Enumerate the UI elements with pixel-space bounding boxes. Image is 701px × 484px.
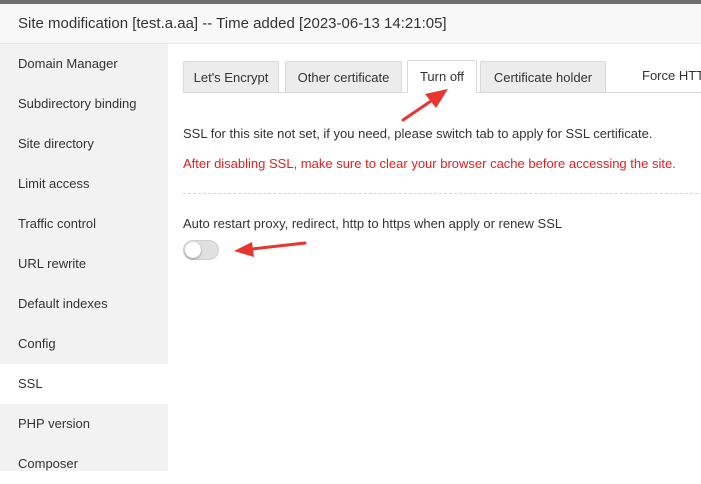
dialog-header: Site modification [test.a.aa] -- Time ad… (0, 4, 701, 44)
auto-restart-toggle[interactable] (183, 240, 219, 260)
sidebar-item-site-directory[interactable]: Site directory (0, 124, 168, 164)
sidebar-item-default-indexes[interactable]: Default indexes (0, 284, 168, 324)
tab-other-certificate[interactable]: Other certificate (285, 61, 402, 92)
tab-lets-encrypt[interactable]: Let's Encrypt (183, 61, 279, 92)
sidebar-item-domain-manager[interactable]: Domain Manager (0, 44, 168, 84)
ssl-cache-warning: After disabling SSL, make sure to clear … (183, 156, 676, 171)
sidebar-item-config[interactable]: Config (0, 324, 168, 364)
tab-certificate-holder[interactable]: Certificate holder (480, 61, 606, 92)
sidebar-item-composer[interactable]: Composer (0, 444, 168, 484)
toggle-knob (185, 242, 201, 258)
tab-force-https[interactable]: Force HTT (642, 61, 701, 92)
sidebar: Domain Manager Subdirectory binding Site… (0, 44, 168, 471)
ssl-not-set-message: SSL for this site not set, if you need, … (183, 126, 653, 141)
sidebar-item-limit-access[interactable]: Limit access (0, 164, 168, 204)
dialog-title: Site modification [test.a.aa] -- Time ad… (18, 15, 447, 32)
ssl-tab-bar: Let's Encrypt Other certificate Turn off… (183, 60, 701, 93)
tab-turn-off[interactable]: Turn off (407, 60, 477, 93)
sidebar-item-subdirectory-binding[interactable]: Subdirectory binding (0, 84, 168, 124)
sidebar-item-url-rewrite[interactable]: URL rewrite (0, 244, 168, 284)
section-divider (183, 193, 701, 194)
ssl-panel: Let's Encrypt Other certificate Turn off… (168, 44, 701, 471)
auto-restart-toggle-label: Auto restart proxy, redirect, http to ht… (183, 216, 563, 231)
sidebar-item-php-version[interactable]: PHP version (0, 404, 168, 444)
sidebar-item-traffic-control[interactable]: Traffic control (0, 204, 168, 244)
sidebar-item-ssl[interactable]: SSL (0, 364, 168, 404)
